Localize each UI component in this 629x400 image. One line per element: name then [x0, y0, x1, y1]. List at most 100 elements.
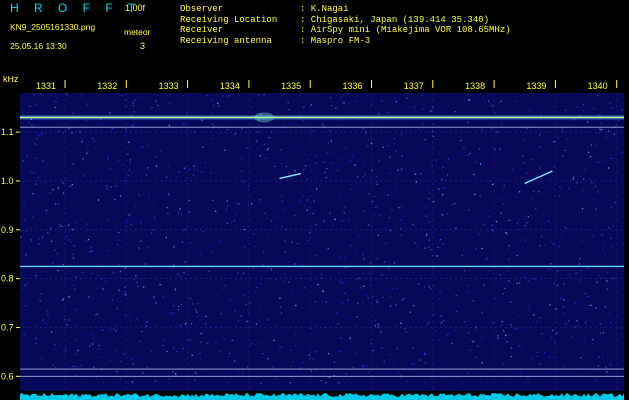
noise-dot — [508, 280, 510, 282]
noise-dot — [326, 337, 328, 339]
noise-dot — [179, 208, 181, 210]
noise-dot — [134, 258, 137, 260]
y-tick-label: 0.6 — [1, 371, 14, 381]
noise-dot — [246, 147, 248, 149]
noise-dot — [429, 193, 431, 195]
noise-dot — [610, 157, 613, 160]
noise-dot — [582, 109, 584, 111]
noise-dot — [303, 287, 305, 289]
noise-dot — [380, 331, 382, 333]
noise-dot — [154, 380, 156, 382]
noise-dot — [572, 171, 574, 174]
noise-dot — [612, 277, 614, 279]
noise-dot — [605, 366, 607, 368]
noise-dot — [64, 319, 66, 321]
noise-dot — [187, 168, 189, 170]
noise-dot — [181, 241, 183, 243]
noise-dot — [492, 322, 494, 324]
noise-dot — [517, 177, 519, 179]
noise-dot — [552, 242, 554, 244]
noise-dot — [316, 188, 318, 190]
noise-dot — [557, 137, 559, 139]
noise-dot — [82, 158, 84, 160]
noise-dot — [21, 172, 23, 174]
noise-dot — [550, 281, 552, 283]
noise-dot — [561, 253, 563, 255]
noise-dot — [368, 272, 370, 274]
noise-dot — [537, 175, 539, 177]
noise-dot — [162, 344, 164, 347]
noise-dot — [587, 151, 590, 153]
noise-dot — [490, 147, 492, 149]
noise-dot — [447, 332, 450, 334]
noise-dot — [245, 304, 247, 306]
noise-dot — [263, 93, 265, 96]
noise-dot — [218, 105, 220, 107]
noise-dot — [257, 131, 259, 133]
noise-dot — [595, 185, 597, 187]
noise-dot — [608, 130, 610, 132]
noise-dot — [335, 107, 337, 109]
noise-dot — [567, 320, 570, 322]
noise-dot — [572, 178, 574, 180]
noise-dot — [183, 123, 185, 125]
noise-dot — [55, 94, 57, 96]
noise-dot — [567, 227, 569, 229]
noise-dot — [494, 148, 496, 150]
noise-dot — [45, 322, 47, 324]
noise-dot — [321, 288, 323, 291]
noise-dot — [556, 284, 559, 286]
noise-dot — [317, 284, 319, 286]
noise-dot — [224, 149, 226, 151]
noise-dot — [565, 109, 567, 111]
noise-dot — [573, 176, 575, 178]
noise-dot — [119, 301, 121, 303]
noise-dot — [401, 206, 403, 208]
noise-dot — [408, 192, 411, 194]
noise-dot — [424, 247, 426, 249]
noise-dot — [314, 255, 317, 257]
noise-dot — [35, 104, 37, 106]
noise-dot — [399, 119, 401, 121]
antenna-row: Receiving antenna: Maspro FM-3 — [180, 36, 511, 47]
noise-dot — [107, 158, 109, 160]
noise-dot — [75, 339, 77, 342]
noise-dot — [308, 358, 311, 360]
noise-dot — [608, 167, 610, 169]
noise-dot — [294, 275, 296, 277]
noise-dot — [172, 312, 174, 314]
noise-dot — [72, 163, 74, 165]
noise-dot — [184, 359, 186, 361]
noise-dot — [83, 175, 85, 177]
noise-dot — [72, 257, 75, 259]
noise-dot — [57, 187, 59, 189]
noise-dot — [77, 350, 79, 352]
noise-dot — [499, 274, 501, 276]
noise-dot — [281, 225, 283, 228]
noise-dot — [138, 194, 140, 196]
noise-dot — [336, 312, 338, 314]
noise-dot — [597, 369, 599, 371]
noise-dot — [413, 169, 415, 171]
noise-dot — [556, 270, 559, 272]
noise-dot — [89, 333, 92, 335]
noise-dot — [123, 291, 126, 293]
noise-dot — [575, 272, 577, 274]
noise-dot — [92, 297, 94, 299]
noise-dot — [22, 113, 24, 115]
noise-dot — [60, 109, 62, 111]
noise-dot — [312, 212, 314, 215]
noise-dot — [582, 367, 584, 369]
noise-dot — [527, 280, 529, 282]
x-tick-label: 1335 — [281, 81, 301, 91]
noise-dot — [123, 353, 125, 355]
noise-dot — [565, 323, 567, 325]
noise-dot — [345, 373, 347, 375]
noise-dot — [62, 192, 65, 194]
noise-dot — [462, 110, 464, 112]
noise-dot — [561, 128, 563, 130]
app-brand: H R O F F T — [10, 1, 142, 15]
noise-dot — [554, 342, 556, 344]
noise-dot — [290, 123, 292, 125]
noise-dot — [56, 97, 58, 99]
